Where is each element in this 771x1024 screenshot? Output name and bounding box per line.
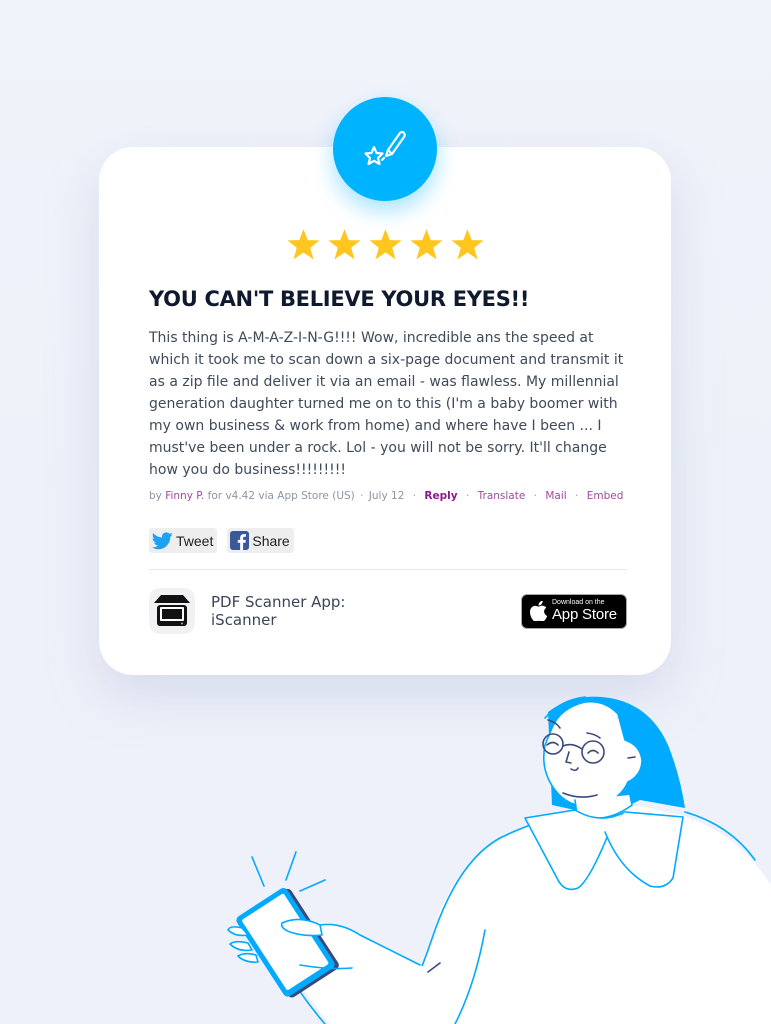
star-icon xyxy=(286,229,320,260)
store-text: Download on the App Store xyxy=(552,599,617,623)
facebook-share-button[interactable]: Share xyxy=(227,528,294,553)
share-label: Share xyxy=(252,532,290,549)
ring-line-2 xyxy=(285,851,297,881)
app-store-button[interactable]: Download on the App Store xyxy=(521,593,627,629)
review-card: YOU CAN'T BELIEVE YOUR EYES!! This thing… xyxy=(99,147,671,675)
by-prefix: by xyxy=(149,490,162,502)
ring-line-3 xyxy=(299,879,326,892)
app-info: PDF Scanner App: iScanner Download on th… xyxy=(149,587,627,635)
share-buttons: Tweet Share xyxy=(149,528,294,553)
separator: · xyxy=(575,490,579,502)
review-meta: by Finny P. for v4.42 via App Store (US)… xyxy=(149,490,623,502)
facebook-icon xyxy=(230,531,250,550)
finger-2 xyxy=(229,940,253,952)
separator: · xyxy=(465,490,470,502)
translate-link[interactable]: Translate xyxy=(478,490,526,502)
review-body: This thing is A-M-A-Z-I-N-G!!!! Wow, inc… xyxy=(149,330,624,478)
app-name: PDF Scanner App: iScanner xyxy=(211,593,371,629)
scanner-icon xyxy=(154,595,190,626)
app-name-line1: PDF Scanner App: xyxy=(211,593,346,611)
finger-3 xyxy=(237,952,259,963)
divider xyxy=(149,569,627,570)
review-title: YOU CAN'T BELIEVE YOUR EYES!! xyxy=(149,287,530,311)
review-details: for v4.42 via App Store (US) xyxy=(207,490,355,502)
star-icon xyxy=(327,229,361,260)
star-icon xyxy=(409,229,443,260)
app-name-line2: iScanner xyxy=(211,611,277,629)
star-pencil-icon xyxy=(364,130,406,166)
store-big-text: App Store xyxy=(552,606,617,623)
review-date: July 12 xyxy=(368,490,405,502)
app-icon[interactable] xyxy=(149,588,195,634)
apple-icon xyxy=(530,601,547,621)
separator: · xyxy=(412,490,417,502)
star-rating xyxy=(99,227,671,262)
star-icon xyxy=(450,229,484,260)
embed-link[interactable]: Embed xyxy=(587,490,624,502)
tweet-label: Tweet xyxy=(176,532,214,549)
separator: · xyxy=(360,490,364,502)
reply-link[interactable]: Reply xyxy=(424,490,457,502)
review-badge xyxy=(333,97,437,201)
star-icon xyxy=(368,229,402,260)
twitter-bird-icon xyxy=(152,531,173,549)
woman-holding-phone-illustration xyxy=(227,696,771,1024)
ear-line xyxy=(627,756,636,759)
separator: · xyxy=(533,490,537,502)
ring-line-1 xyxy=(251,856,265,887)
tweet-button[interactable]: Tweet xyxy=(149,528,218,553)
author-link[interactable]: Finny P. xyxy=(165,490,204,502)
mail-link[interactable]: Mail xyxy=(545,490,566,502)
